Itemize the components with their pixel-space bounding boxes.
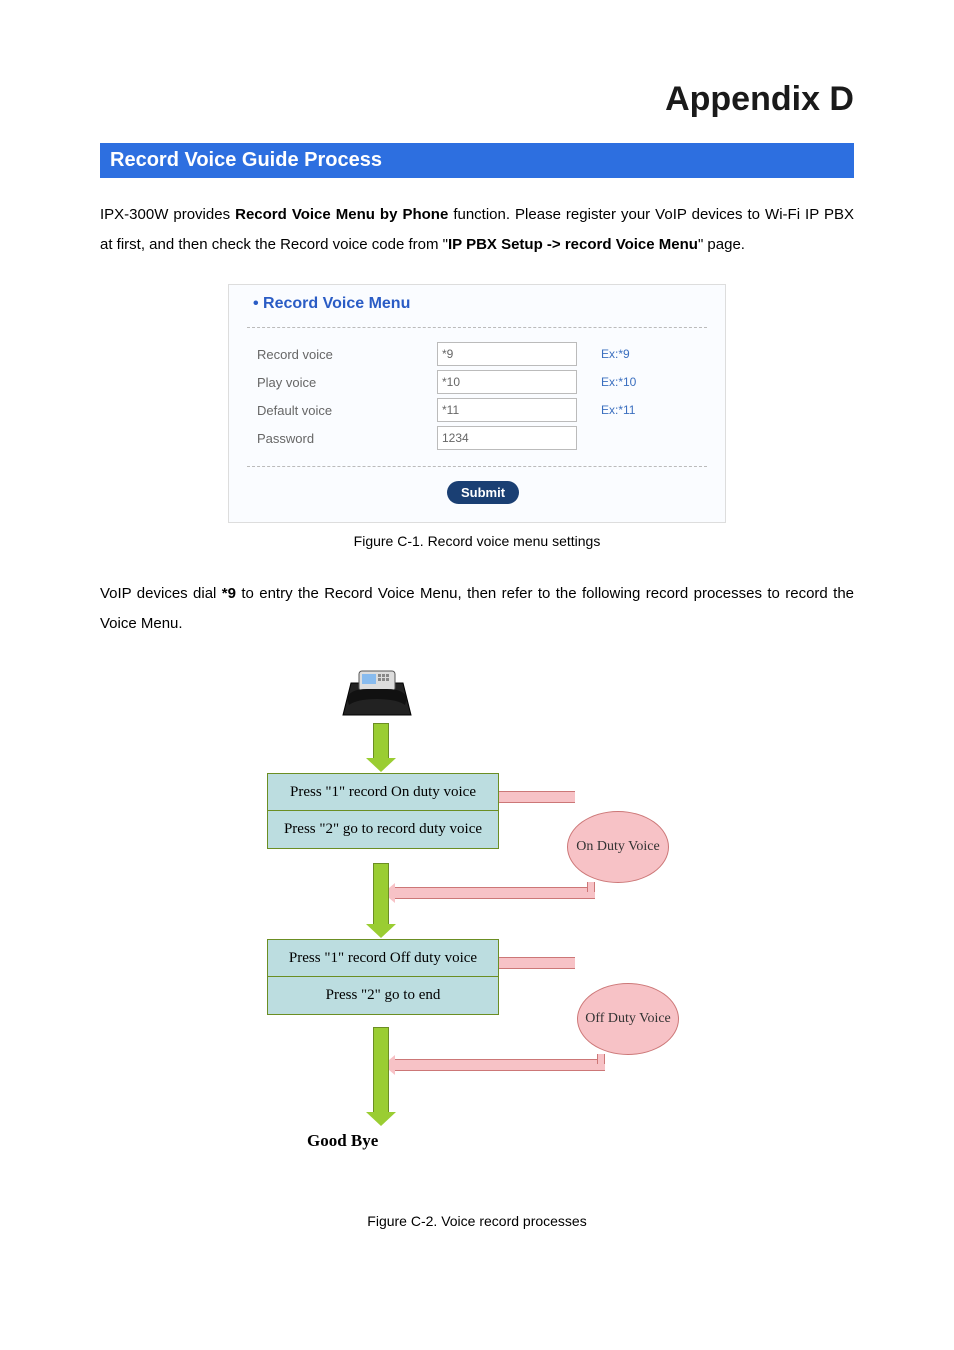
row-default-voice: Default voice Ex:*11	[247, 398, 707, 422]
flow-step-off-duty: Press "1" record Off duty voice Press "2…	[267, 939, 499, 1015]
on-duty-voice-node: On Duty Voice	[567, 811, 669, 883]
record-voice-input[interactable]	[437, 342, 577, 366]
paragraph-2: VoIP devices dial *9 to entry the Record…	[100, 579, 854, 639]
flow-cell: Press "1" record On duty voice	[268, 774, 498, 810]
row-password: Password	[247, 426, 707, 450]
text: VoIP devices dial	[100, 585, 222, 602]
connector-return-icon	[395, 1059, 605, 1071]
panel-title: Record Voice Menu	[253, 295, 707, 313]
default-voice-input[interactable]	[437, 398, 577, 422]
divider	[247, 327, 707, 328]
label: Play voice	[247, 375, 437, 390]
label: Record voice	[247, 347, 437, 362]
connector-icon	[597, 1054, 605, 1064]
text-bold: Record Voice Menu by Phone	[235, 206, 448, 223]
connector-icon	[499, 791, 575, 803]
arrow-down-icon	[373, 1027, 389, 1113]
section-header: Record Voice Guide Process	[100, 143, 854, 178]
label: Password	[247, 431, 437, 446]
goodbye-text: Good Bye	[307, 1131, 378, 1151]
label: Default voice	[247, 403, 437, 418]
password-input[interactable]	[437, 426, 577, 450]
text-bold: IP PBX Setup -> record Voice Menu	[448, 236, 698, 253]
figure-caption-1: Figure C-1. Record voice menu settings	[100, 533, 854, 549]
intro-paragraph: IPX-300W provides Record Voice Menu by P…	[100, 200, 854, 260]
row-record-voice: Record voice Ex:*9	[247, 342, 707, 366]
flow-cell: Press "2" go to end	[268, 976, 498, 1013]
example-text: Ex:*10	[601, 375, 636, 389]
text: " page.	[698, 236, 745, 253]
connector-icon	[587, 882, 595, 892]
example-text: Ex:*11	[601, 403, 635, 417]
flow-cell: Press "2" go to record duty voice	[268, 810, 498, 847]
arrow-down-icon	[373, 723, 389, 759]
phone-icon	[337, 663, 417, 721]
text: IPX-300W provides	[100, 206, 235, 223]
example-text: Ex:*9	[601, 347, 630, 361]
arrow-down-icon	[373, 863, 389, 925]
off-duty-voice-node: Off Duty Voice	[577, 983, 679, 1055]
connector-return-icon	[395, 887, 595, 899]
play-voice-input[interactable]	[437, 370, 577, 394]
flow-cell: Press "1" record Off duty voice	[268, 940, 498, 976]
flow-step-on-duty: Press "1" record On duty voice Press "2"…	[267, 773, 499, 849]
text-bold: *9	[222, 585, 236, 602]
appendix-title: Appendix D	[100, 80, 854, 119]
record-voice-menu-panel: Record Voice Menu Record voice Ex:*9 Pla…	[228, 284, 726, 523]
row-play-voice: Play voice Ex:*10	[247, 370, 707, 394]
submit-button[interactable]: Submit	[447, 481, 519, 504]
figure-caption-2: Figure C-2. Voice record processes	[100, 1213, 854, 1229]
connector-icon	[499, 957, 575, 969]
voice-record-flowchart: Press "1" record On duty voice Press "2"…	[267, 663, 687, 1203]
